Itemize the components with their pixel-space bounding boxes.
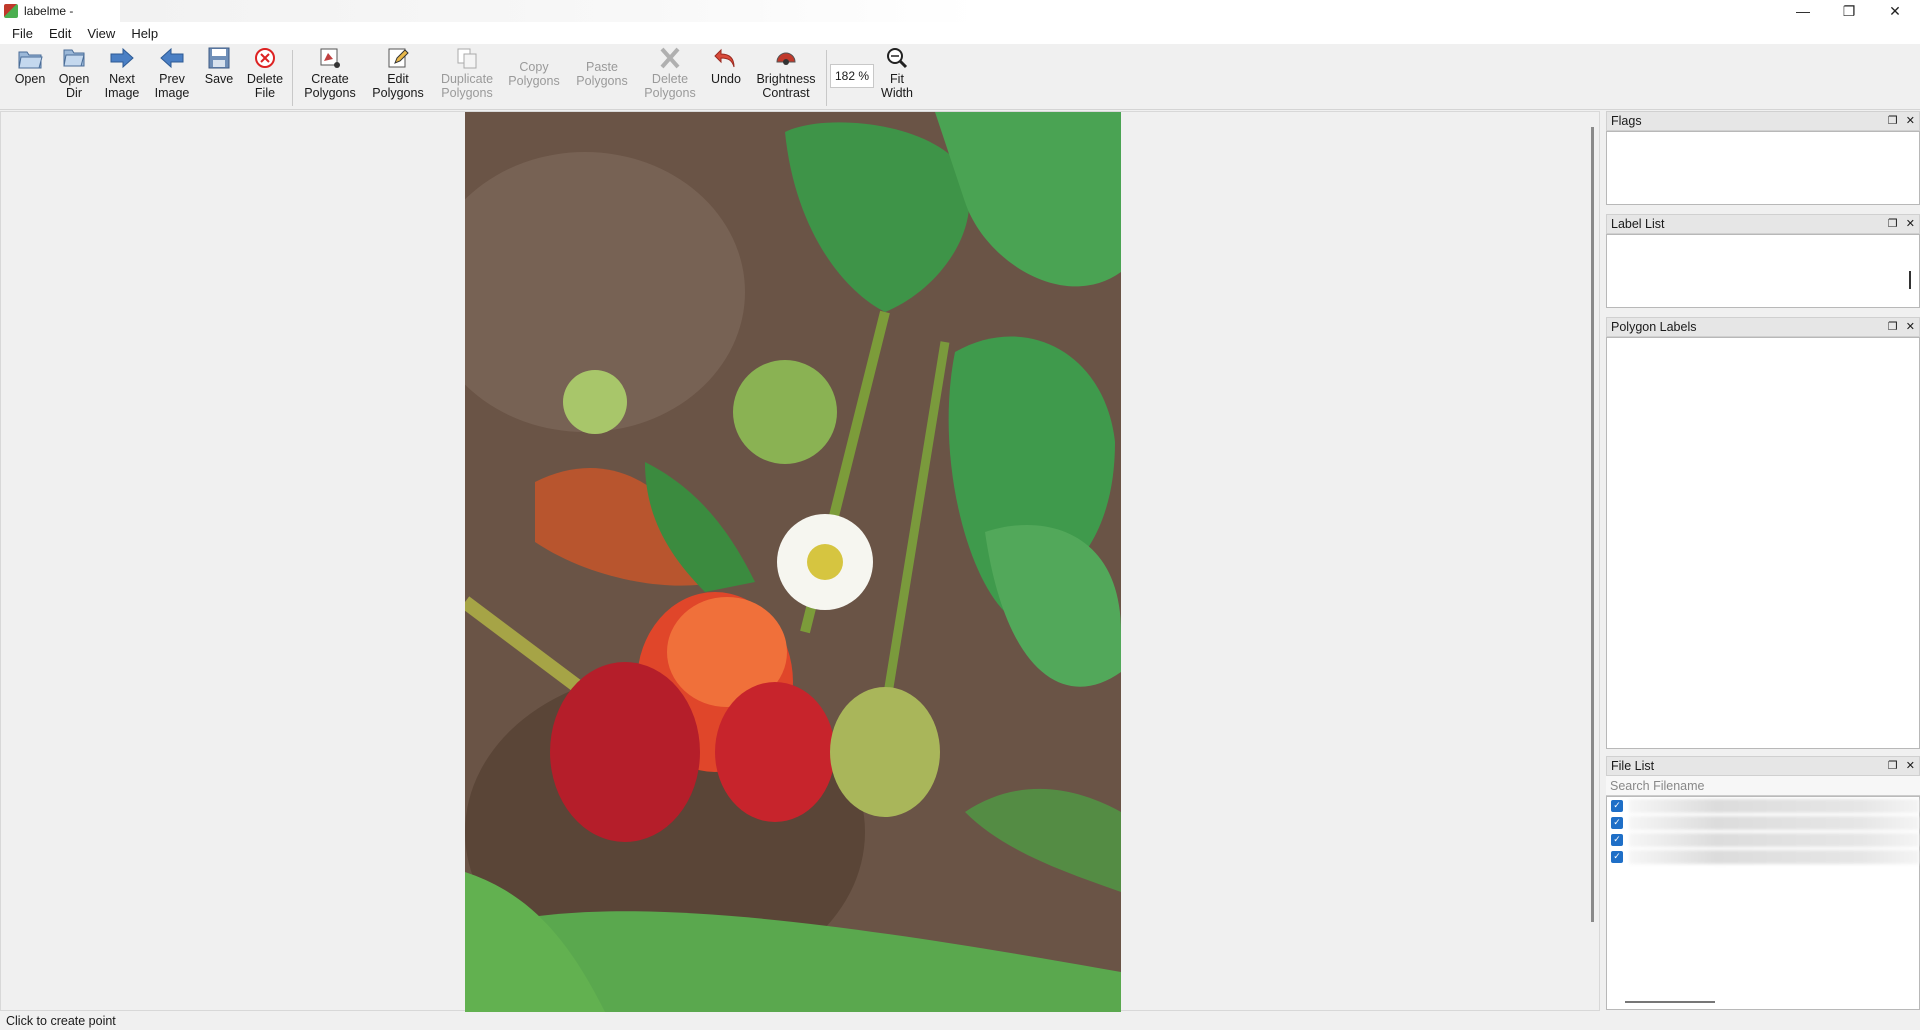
- window-title: labelme -: [24, 4, 74, 18]
- menu-file[interactable]: File: [4, 26, 41, 41]
- flags-list[interactable]: [1606, 131, 1920, 205]
- edit-pencil-icon: [385, 46, 411, 70]
- label-list-dock: Label List ❐ ✕: [1606, 214, 1920, 308]
- file-list-item[interactable]: ✓: [1607, 814, 1919, 831]
- zoom-input[interactable]: 182 %: [830, 64, 874, 88]
- close-icon[interactable]: ✕: [1906, 759, 1915, 772]
- checkbox-checked-icon[interactable]: ✓: [1611, 816, 1623, 829]
- app-icon: [4, 4, 18, 18]
- paste-polygons-button[interactable]: Paste Polygons: [572, 46, 632, 88]
- float-icon[interactable]: ❐: [1888, 759, 1898, 772]
- file-list-header: File List ❐ ✕: [1606, 756, 1920, 776]
- duplicate-icon: [454, 46, 480, 70]
- toolbar: Open Open Dir Next Image Prev Image Save…: [0, 44, 1920, 110]
- float-icon[interactable]: ❐: [1888, 320, 1898, 333]
- file-list-item[interactable]: ✓: [1607, 831, 1919, 848]
- checkbox-checked-icon[interactable]: ✓: [1611, 850, 1623, 863]
- brightness-contrast-button[interactable]: Brightness Contrast: [752, 46, 820, 100]
- file-list-item[interactable]: ✓: [1607, 797, 1919, 814]
- brightness-icon: [773, 46, 799, 70]
- checkbox-checked-icon[interactable]: ✓: [1611, 833, 1623, 846]
- file-list[interactable]: ✓ ✓ ✓ ✓: [1606, 796, 1920, 1010]
- title-bar: labelme - — ❐ ✕: [0, 0, 1920, 22]
- folder-open-icon: [17, 46, 43, 70]
- label-list[interactable]: [1606, 234, 1920, 308]
- delete-circle-icon: [252, 46, 278, 70]
- minimize-button[interactable]: —: [1780, 0, 1826, 22]
- menu-view[interactable]: View: [79, 26, 123, 41]
- search-filename-input[interactable]: Search Filename: [1606, 776, 1920, 796]
- canvas-scrollbar[interactable]: [1591, 127, 1594, 922]
- open-dir-button[interactable]: Open Dir: [56, 46, 92, 100]
- label-list-header: Label List ❐ ✕: [1606, 214, 1920, 234]
- polygon-labels-header: Polygon Labels ❐ ✕: [1606, 317, 1920, 337]
- flags-dock-header: Flags ❐ ✕: [1606, 111, 1920, 131]
- save-button[interactable]: Save: [202, 46, 236, 86]
- float-icon[interactable]: ❐: [1888, 114, 1898, 127]
- polygon-labels-list[interactable]: [1606, 337, 1920, 749]
- status-bar: Click to create point: [0, 1012, 1920, 1030]
- arrow-right-icon: [109, 46, 135, 70]
- menu-bar: File Edit View Help: [0, 22, 1920, 44]
- duplicate-polygons-button[interactable]: Duplicate Polygons: [436, 46, 498, 100]
- file-list-item[interactable]: ✓: [1607, 848, 1919, 865]
- close-button[interactable]: ✕: [1872, 0, 1918, 22]
- delete-file-button[interactable]: Delete File: [245, 46, 285, 100]
- menu-edit[interactable]: Edit: [41, 26, 79, 41]
- restore-button[interactable]: ❐: [1826, 0, 1872, 22]
- fit-width-button[interactable]: Fit Width: [880, 46, 914, 100]
- close-icon[interactable]: ✕: [1906, 320, 1915, 333]
- delete-x-icon: [657, 46, 683, 70]
- close-icon[interactable]: ✕: [1906, 217, 1915, 230]
- create-polygons-button[interactable]: Create Polygons: [300, 46, 360, 100]
- float-icon[interactable]: ❐: [1888, 217, 1898, 230]
- undo-arrow-icon: [713, 46, 739, 70]
- checkbox-checked-icon[interactable]: ✓: [1611, 799, 1623, 812]
- edit-polygons-button[interactable]: Edit Polygons: [368, 46, 428, 100]
- open-button[interactable]: Open: [12, 46, 48, 86]
- delete-polygons-button[interactable]: Delete Polygons: [640, 46, 700, 100]
- close-icon[interactable]: ✕: [1906, 114, 1915, 127]
- zoom-magnifier-icon: [884, 46, 910, 70]
- image-canvas[interactable]: [0, 111, 1600, 1012]
- floppy-disk-icon: [206, 46, 232, 70]
- arrow-left-icon: [159, 46, 185, 70]
- undo-button[interactable]: Undo: [708, 46, 744, 86]
- next-image-button[interactable]: Next Image: [102, 46, 142, 100]
- file-list-hscrollbar[interactable]: [1625, 1001, 1715, 1003]
- polygon-labels-dock: Polygon Labels ❐ ✕: [1606, 317, 1920, 749]
- flags-dock: Flags ❐ ✕: [1606, 111, 1920, 205]
- menu-help[interactable]: Help: [123, 26, 166, 41]
- strawberry-photo: [465, 112, 1121, 1012]
- folder-stack-icon: [61, 46, 87, 70]
- copy-polygons-button[interactable]: Copy Polygons: [504, 46, 564, 88]
- label-list-scrollbar[interactable]: [1909, 271, 1911, 289]
- create-polygon-icon: [317, 46, 343, 70]
- file-list-dock: File List ❐ ✕ Search Filename ✓ ✓ ✓ ✓: [1606, 756, 1920, 1010]
- prev-image-button[interactable]: Prev Image: [152, 46, 192, 100]
